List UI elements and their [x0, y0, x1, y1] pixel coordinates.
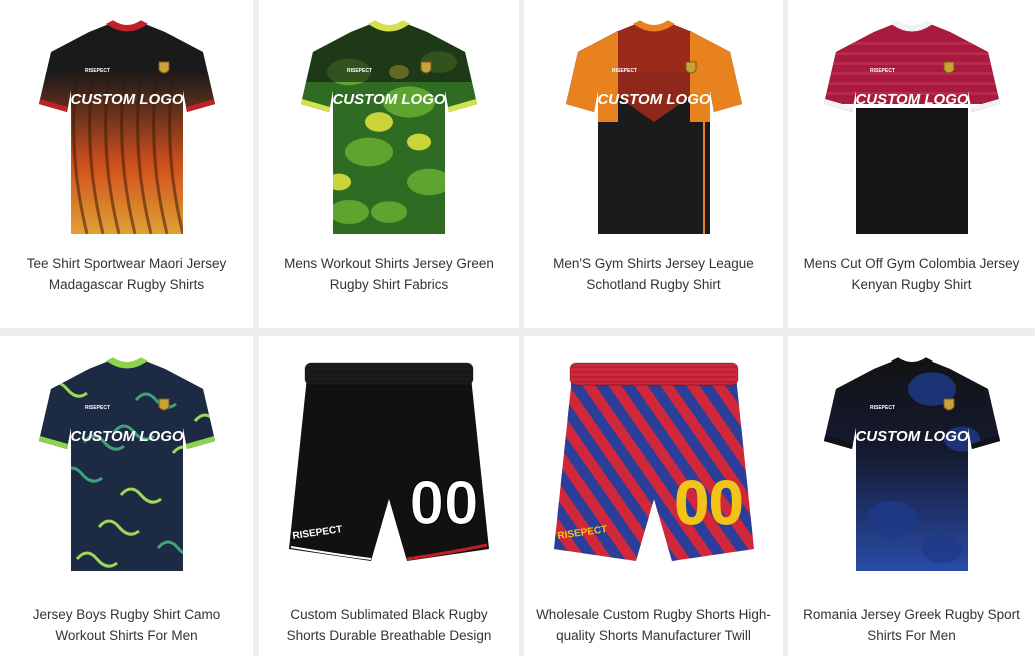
number-label: 00 — [674, 469, 743, 538]
product-image[interactable]: RISEPECT CUSTOM LOGO — [259, 0, 519, 253]
product-card[interactable]: 00 RISEPECT Custom Sublimated Black Rugby… — [259, 336, 519, 656]
product-title[interactable]: Romania Jersey Greek Rugby Sport Shirts … — [788, 604, 1035, 646]
crest-icon — [943, 398, 954, 411]
product-title[interactable]: Mens Workout Shirts Jersey Green Rugby S… — [259, 253, 519, 295]
logo-text: CUSTOM LOGO — [332, 91, 445, 108]
product-title[interactable]: Custom Sublimated Black Rugby Shorts Dur… — [259, 604, 519, 646]
product-svg: 00RISEPECT — [553, 362, 754, 561]
product-grid: RISEPECT CUSTOM LOGO Tee Shirt Sportwear … — [0, 0, 1035, 656]
product-card[interactable]: RISEPECT CUSTOM LOGO Jersey Boys Rugby Sh… — [0, 336, 253, 656]
product-image[interactable]: RISEPECT CUSTOM LOGO — [0, 336, 253, 592]
crest-icon — [158, 398, 169, 411]
product-svg: RISEPECT CUSTOM LOGO — [38, 357, 215, 571]
product-svg: RISEPECT CUSTOM LOGO — [823, 357, 1000, 571]
crest-icon — [685, 61, 696, 73]
product-svg: RISEPECT CUSTOM LOGO — [823, 19, 1000, 234]
brand-label: RISEPECT — [612, 68, 637, 74]
product-title[interactable]: Men'S Gym Shirts Jersey League Schotland… — [524, 253, 783, 295]
product-svg: 00RISEPECT — [289, 362, 489, 561]
product-image[interactable]: 00 RISEPECT — [259, 336, 519, 592]
product-title[interactable]: Mens Cut Off Gym Colombia Jersey Kenyan … — [788, 253, 1035, 295]
product-card[interactable]: RISEPECT CUSTOM LOGO Mens Cut Off Gym Col… — [788, 0, 1035, 328]
product-title[interactable]: Jersey Boys Rugby Shirt Camo Workout Shi… — [0, 604, 253, 646]
product-image[interactable]: RISEPECT CUSTOM LOGO — [0, 0, 253, 253]
product-card[interactable]: 00 RISEPECT Wholesale Custom Rugby Shorts… — [524, 336, 783, 656]
crest-icon — [420, 61, 432, 73]
product-card[interactable]: RISEPECT CUSTOM LOGO Men'S Gym Shirts Jer… — [524, 0, 783, 328]
product-card[interactable]: RISEPECT CUSTOM LOGO Romania Jersey Greek… — [788, 336, 1035, 656]
product-image[interactable]: RISEPECT CUSTOM LOGO — [788, 336, 1035, 592]
product-card[interactable]: RISEPECT CUSTOM LOGO Tee Shirt Sportwear … — [0, 0, 253, 328]
product-image[interactable]: RISEPECT CUSTOM LOGO — [788, 0, 1035, 253]
product-svg: RISEPECT CUSTOM LOGO — [565, 19, 742, 234]
product-title[interactable]: Wholesale Custom Rugby Shorts High-quali… — [524, 604, 783, 646]
crest-icon — [943, 61, 954, 73]
brand-label: RISEPECT — [870, 68, 895, 74]
crest-icon — [158, 61, 169, 73]
logo-text: CUSTOM LOGO — [70, 91, 183, 108]
brand-label: RISEPECT — [85, 68, 110, 74]
number-label: 00 — [410, 469, 479, 538]
logo-text: CUSTOM LOGO — [597, 91, 710, 108]
product-image[interactable]: RISEPECT CUSTOM LOGO — [524, 0, 783, 253]
product-svg: RISEPECT CUSTOM LOGO — [38, 19, 215, 234]
brand-label: RISEPECT — [85, 405, 110, 411]
product-title[interactable]: Tee Shirt Sportwear Maori Jersey Madagas… — [0, 253, 253, 295]
brand-label: RISEPECT — [870, 405, 895, 411]
product-svg: RISEPECT CUSTOM LOGO — [301, 19, 477, 234]
brand-label: RISEPECT — [347, 68, 372, 74]
product-image[interactable]: 00 RISEPECT — [524, 336, 783, 592]
logo-text: CUSTOM LOGO — [855, 91, 968, 108]
logo-text: CUSTOM LOGO — [70, 428, 183, 445]
logo-text: CUSTOM LOGO — [855, 428, 968, 445]
product-card[interactable]: RISEPECT CUSTOM LOGO Mens Workout Shirts … — [259, 0, 519, 328]
